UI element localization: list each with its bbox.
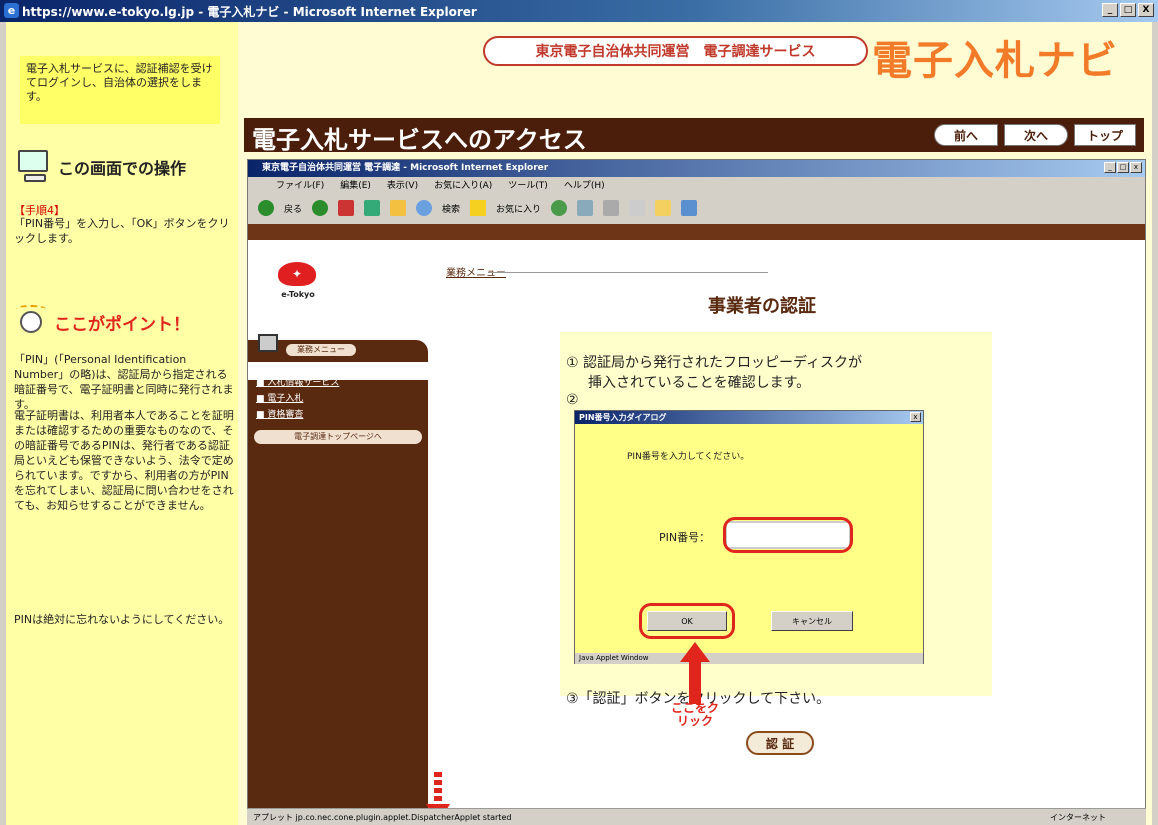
step-text: 「PIN番号」を入力し、「OK」ボタンをクリックします。 [14, 217, 230, 245]
gyomu-menu-label: 業務メニュー [286, 344, 356, 356]
prev-button[interactable]: 前へ [934, 124, 998, 146]
pin-explanation: 「PIN」(「Personal Identification Number」の略… [14, 353, 234, 411]
edit-icon[interactable] [629, 200, 646, 216]
inner-title-bar: 東京電子自治体共同運営 電子調達 - Microsoft Internet Ex… [248, 160, 1145, 177]
menu-bar: ファイル(F) 編集(E) 表示(V) お気に入り(A) ツール(T) ヘルプ(… [248, 177, 1145, 195]
browser-title-bar: e https://www.e-tokyo.lg.jp - 電子入札ナビ - M… [0, 0, 1158, 22]
back-icon[interactable] [258, 200, 274, 216]
service-name-pill: 東京電子自治体共同運営 電子調達サービス [483, 36, 868, 66]
dialog-close-button[interactable]: x [910, 412, 921, 422]
inner-sidebar: ✦ e-Tokyo 業務メニュー 入札情報サービス 電子入札 資格審査 電子調達… [248, 240, 428, 810]
home-icon[interactable] [390, 200, 407, 216]
point-heading: ここがポイント！ [16, 305, 190, 339]
favorites-icon[interactable] [470, 200, 487, 216]
browser-title: https://www.e-tokyo.lg.jp - 電子入札ナビ - Mic… [22, 4, 477, 19]
mail-icon[interactable] [577, 200, 594, 216]
pin-highlight-ring [723, 517, 853, 553]
section-title: 電子入札サービスへのアクセス [252, 126, 587, 154]
page-heading: 事業者の認証 [708, 296, 816, 317]
etokyo-label: e-Tokyo [281, 290, 315, 299]
certificate-explanation: 電子証明書は、利用者本人であることを証明または確認するための重要なものなので、そ… [14, 409, 234, 512]
authenticate-button[interactable]: 認 証 [746, 731, 814, 755]
history-icon[interactable] [551, 200, 568, 216]
sidebar-link-bid-info[interactable]: 入札情報サービス [256, 375, 339, 388]
pin-dialog: PIN番号入力ダイアログ x PIN番号を入力してください。 PIN番号： OK… [574, 410, 924, 664]
menu-favorites[interactable]: お気に入り(A) [434, 177, 492, 195]
menu-view[interactable]: 表示(V) [387, 177, 418, 195]
sidebar-link-qualification[interactable]: 資格審査 [256, 407, 303, 420]
favorites-label[interactable]: お気に入り [496, 202, 541, 215]
cancel-button[interactable]: キャンセル [771, 611, 853, 631]
dialog-message: PIN番号を入力してください。 [627, 452, 750, 462]
pin-warning: PINは絶対に忘れないようにしてください。 [14, 613, 230, 626]
folder-icon[interactable] [655, 200, 672, 216]
gyomu-menu-header: 業務メニュー [248, 334, 428, 362]
ops-heading: この画面での操作 [14, 148, 186, 186]
menu-tools[interactable]: ツール(T) [508, 177, 548, 195]
messenger-icon[interactable] [681, 200, 698, 216]
pin-label: PIN番号： [659, 531, 711, 544]
ops-title: この画面での操作 [58, 159, 187, 178]
left-guide-panel: 電子入札サービスに、認証補認を受けてログインし、自治体の選択をします。 この画面… [6, 22, 238, 825]
stop-icon[interactable] [338, 200, 355, 216]
maximize-button[interactable]: □ [1120, 3, 1136, 17]
brand-logo: 電子入札ナビ [872, 38, 1118, 84]
inner-close-button[interactable]: x [1130, 162, 1142, 173]
inner-maximize-button[interactable]: □ [1117, 162, 1129, 173]
inner-minimize-button[interactable]: _ [1104, 162, 1116, 173]
etokyo-logo: ✦ e-Tokyo [268, 262, 328, 302]
search-label[interactable]: 検索 [442, 202, 460, 215]
toolbar: 戻る 検索 お気に入り [248, 196, 1145, 220]
page: 電子入札サービスに、認証補認を受けてログインし、自治体の選択をします。 この画面… [6, 22, 1152, 825]
header-strip [248, 222, 1145, 240]
status-bar: アプレット jp.co.nec.cone.plugin.applet.Dispa… [247, 808, 1146, 825]
red-up-arrow-icon [680, 642, 710, 704]
print-icon[interactable] [603, 200, 620, 216]
ok-highlight-ring [639, 603, 735, 639]
close-button[interactable]: X [1138, 3, 1154, 17]
back-label[interactable]: 戻る [284, 202, 302, 215]
etokyo-mark-icon: ✦ [278, 262, 316, 286]
ie-logo-icon: e [4, 3, 19, 18]
dialog-title: PIN番号入力ダイアログ [575, 411, 923, 424]
menu-help[interactable]: ヘルプ(H) [564, 177, 605, 195]
section-bar: 電子入札サービスへのアクセス 前へ 次へ トップ [244, 118, 1144, 154]
intro-note: 電子入札サービスに、認証補認を受けてログインし、自治体の選択をします。 [20, 56, 220, 124]
applet-window-bar: Java Applet Window [575, 653, 923, 664]
status-text: アプレット jp.co.nec.cone.plugin.applet.Dispa… [253, 813, 512, 822]
search-icon[interactable] [416, 200, 433, 216]
minimize-button[interactable]: _ [1102, 3, 1118, 17]
top-button[interactable]: トップ [1074, 124, 1136, 146]
menu-edit[interactable]: 編集(E) [340, 177, 371, 195]
refresh-icon[interactable] [364, 200, 381, 216]
menu-file[interactable]: ファイル(F) [276, 177, 324, 195]
lightbulb-icon [16, 305, 46, 339]
instruction-1: ① 認証局から発行されたフロッピーディスクが [566, 355, 863, 371]
portal-top-link[interactable]: 電子調達トップページへ [254, 430, 422, 444]
instruction-2: ② [566, 392, 579, 408]
point-title: ここがポイント！ [54, 314, 190, 335]
click-here-label: ここをクリック [670, 701, 719, 728]
internet-zone: インターネット [1050, 813, 1106, 822]
forward-icon[interactable] [312, 200, 329, 216]
computer-icon [14, 148, 52, 186]
laptop-icon [258, 334, 278, 352]
instruction-1b: 挿入されていることを確認します。 [588, 375, 811, 391]
next-button[interactable]: 次へ [1004, 124, 1068, 146]
sidebar-link-e-bid[interactable]: 電子入札 [256, 391, 303, 404]
